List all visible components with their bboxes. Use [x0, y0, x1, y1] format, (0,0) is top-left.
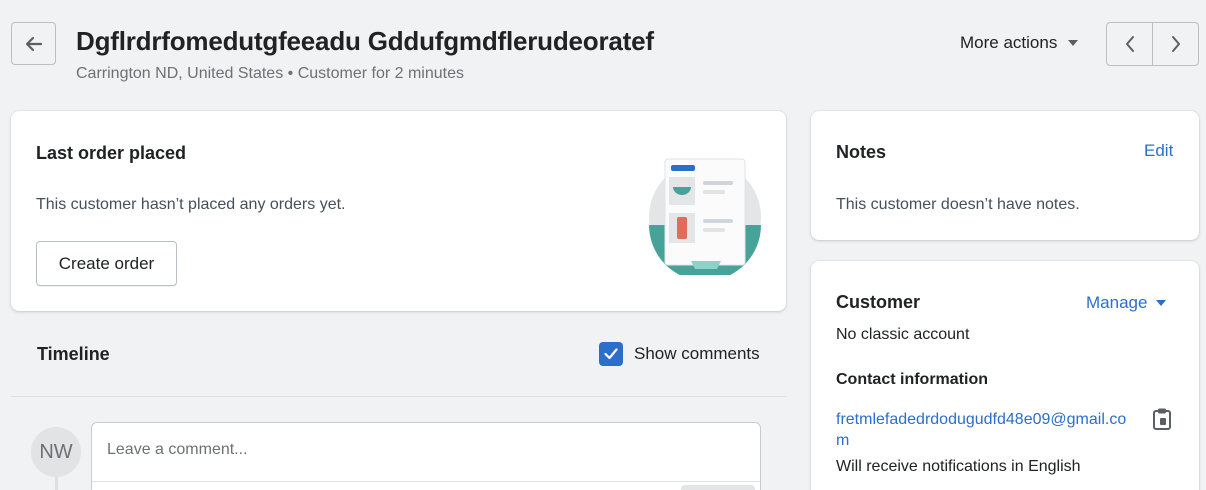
manage-customer-button[interactable]: Manage [1086, 293, 1167, 313]
page-title: Dgflrdrfomedutgfeeadu Gddufgmdflerudeora… [76, 26, 654, 56]
caret-down-icon [1068, 40, 1079, 46]
checkmark-icon [604, 348, 618, 360]
manage-label: Manage [1086, 293, 1148, 312]
caret-down-icon [1156, 300, 1167, 306]
create-order-button[interactable]: Create order [36, 241, 177, 286]
arrow-left-icon [25, 36, 42, 51]
show-comments-label: Show comments [634, 344, 760, 363]
comment-input[interactable] [107, 441, 707, 459]
page-subtitle: Carrington ND, United States • Customer … [76, 65, 464, 82]
show-comments-toggle[interactable]: Show comments [599, 342, 760, 366]
more-actions-label: More actions [960, 33, 1058, 52]
contact-information-title: Contact information [836, 371, 988, 388]
last-order-title: Last order placed [36, 143, 187, 163]
chevron-left-icon [1125, 36, 1134, 52]
chevron-right-icon [1171, 36, 1180, 52]
clipboard-icon[interactable] [1151, 407, 1173, 431]
previous-customer-button[interactable] [1107, 23, 1152, 65]
timeline-connector [55, 477, 58, 490]
show-comments-checkbox[interactable] [599, 342, 623, 366]
customer-email-link[interactable]: fretmlefadedrdodugudfd48e09@gmail.com [836, 409, 1136, 451]
notes-title: Notes [836, 142, 887, 162]
timeline-divider [11, 396, 786, 397]
back-button[interactable] [11, 22, 56, 65]
no-orders-text: This customer hasn’t placed any orders y… [36, 196, 346, 213]
post-comment-button[interactable] [681, 485, 755, 490]
timeline-title: Timeline [37, 344, 110, 364]
edit-notes-link[interactable]: Edit [1144, 141, 1173, 161]
pagination [1106, 22, 1199, 66]
notification-language-text: Will receive notifications in English [836, 458, 1081, 475]
more-actions-button[interactable]: More actions [960, 33, 1079, 53]
notes-card: Notes Edit This customer doesn’t have no… [811, 111, 1199, 240]
comment-box [91, 422, 761, 490]
last-order-card: Last order placed This customer hasn’t p… [11, 111, 786, 311]
customer-card: Customer Manage No classic account Conta… [811, 261, 1199, 490]
customer-title: Customer [836, 292, 921, 312]
next-customer-button[interactable] [1152, 23, 1198, 65]
no-notes-text: This customer doesn’t have notes. [836, 196, 1080, 213]
empty-orders-illustration-icon [649, 158, 761, 275]
avatar: NW [31, 427, 81, 477]
account-status-text: No classic account [836, 326, 970, 343]
comment-footer-divider [92, 481, 760, 482]
